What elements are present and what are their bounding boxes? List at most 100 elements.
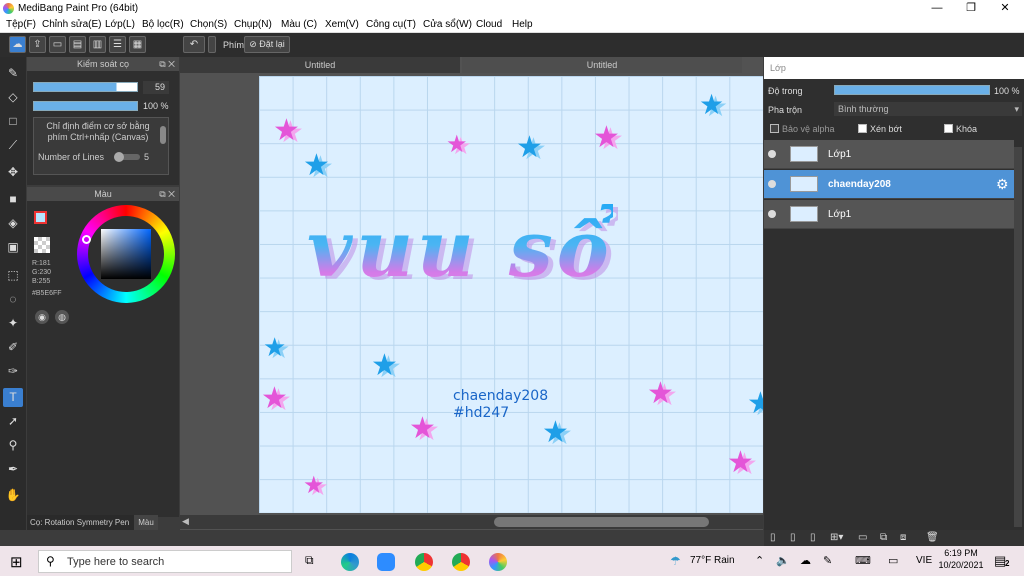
hand-tool-icon[interactable]: ✋	[3, 486, 23, 505]
new-layer-icon[interactable]: ▯	[770, 532, 776, 543]
panel-close-icon[interactable]: ⧉ ✕	[159, 187, 175, 201]
chrome-browser-icon-2[interactable]	[452, 553, 470, 571]
chrome-browser-icon[interactable]	[415, 553, 433, 571]
taskbar-search-box[interactable]: ⚲ Type here to search	[38, 550, 292, 573]
palette-icon[interactable]: ◉	[35, 310, 49, 324]
gear-icon[interactable]: ⚙	[996, 176, 1009, 193]
gradient-tool-icon[interactable]: ▣	[3, 238, 23, 257]
clip-checkbox[interactable]	[858, 124, 867, 133]
horizontal-scrollbar[interactable]: ◀	[180, 515, 763, 529]
tab-untitled-1[interactable]: Untitled	[180, 57, 460, 73]
list-icon[interactable]: ☰	[109, 36, 126, 53]
text-tool-icon[interactable]: T	[3, 388, 23, 407]
menu-view[interactable]: Xem(V)	[325, 19, 359, 30]
protect-alpha-checkbox[interactable]	[770, 124, 779, 133]
delete-layer-icon[interactable]: 🗑	[926, 532, 939, 543]
visibility-icon[interactable]	[768, 210, 776, 218]
select-tool-icon[interactable]: ⬚	[3, 266, 23, 285]
menu-window[interactable]: Cửa sổ(W)	[423, 19, 472, 30]
edge-browser-icon[interactable]	[341, 553, 359, 571]
move-tool-icon[interactable]: ✥	[3, 163, 23, 182]
rectangle-select-tool-icon[interactable]: □	[3, 112, 23, 131]
hue-picker-handle[interactable]	[82, 235, 91, 244]
menu-filter[interactable]: Bộ lọc(R)	[142, 19, 184, 30]
search-input[interactable]: Type here to search	[67, 556, 164, 568]
transparent-color-swatch[interactable]	[34, 237, 50, 253]
add-layer-dropdown-icon[interactable]: ⊞▾	[830, 532, 843, 543]
close-button[interactable]: ✕	[988, 0, 1022, 17]
visibility-icon[interactable]	[768, 180, 776, 188]
eyedropper-tool-icon[interactable]: ✒	[3, 460, 23, 479]
weather-text[interactable]: 77°F Rain	[690, 555, 735, 566]
color-wheel[interactable]	[77, 205, 175, 303]
speaker-icon[interactable]: 🔈	[776, 554, 790, 567]
new-8bit-layer-icon[interactable]: ▯	[810, 532, 816, 543]
scrollbar-thumb[interactable]	[494, 517, 709, 527]
magic-wand-tool-icon[interactable]: ✦	[3, 314, 23, 333]
brush-size-value[interactable]: 59	[143, 81, 169, 94]
menu-cloud[interactable]: Cloud	[476, 19, 502, 30]
tab-untitled-2[interactable]: Untitled	[462, 57, 742, 73]
minimize-button[interactable]: —	[920, 0, 954, 17]
visibility-icon[interactable]	[768, 150, 776, 158]
layer-row-selected[interactable]: chaenday208 ⚙	[764, 170, 1014, 199]
select-pen-tool-icon[interactable]: ✐	[3, 338, 23, 357]
chat-icon[interactable]: ▤	[69, 36, 86, 53]
drawing-canvas[interactable]: ★ ★ ★ ★ ★ ★ ★ ★ ★ ★ ★ ★ ★ ★ ★ vuu sổ cha…	[259, 76, 763, 513]
medibang-app-icon[interactable]	[489, 553, 507, 571]
lines-slider[interactable]	[114, 152, 140, 162]
blend-mode-select[interactable]: Bình thường ▾	[834, 102, 1022, 116]
bucket-tool-icon[interactable]: ◈	[3, 214, 23, 233]
task-view-icon[interactable]: ⧉	[305, 553, 314, 568]
clock[interactable]: 6:19 PM 10/20/2021	[936, 548, 986, 570]
windows-start-icon[interactable]: ⊞	[10, 553, 23, 571]
document-icon[interactable]: ▥	[89, 36, 106, 53]
menu-layer[interactable]: Lớp(L)	[105, 19, 135, 30]
layer-row[interactable]: Lớp1	[764, 140, 1014, 169]
menu-capture[interactable]: Chụp(N)	[234, 19, 272, 30]
eraser-tool-icon[interactable]: ◇	[3, 88, 23, 107]
lock-checkbox[interactable]	[944, 124, 953, 133]
layers-scrollbar[interactable]	[1014, 147, 1022, 527]
menu-edit[interactable]: Chỉnh sửa(E)	[42, 19, 102, 30]
merge-layer-icon[interactable]: ⧈	[900, 532, 906, 543]
scroll-left-icon[interactable]: ◀	[182, 516, 189, 527]
brush-opacity-slider[interactable]	[33, 101, 138, 111]
primary-color-swatch[interactable]	[34, 211, 47, 224]
display-icon[interactable]: ▭	[888, 554, 898, 567]
palette-settings-icon[interactable]: ◍	[55, 310, 69, 324]
maximize-button[interactable]: ❐	[954, 0, 988, 17]
layer-row[interactable]: Lớp1	[764, 200, 1014, 229]
new-halftone-layer-icon[interactable]: ▯	[790, 532, 796, 543]
brush-size-slider[interactable]	[33, 82, 138, 92]
cloud-sync-icon[interactable]: ☁	[800, 554, 811, 567]
panel-close-icon[interactable]: ⧉ ✕	[159, 57, 175, 71]
chevron-up-icon[interactable]: ⌃	[755, 554, 764, 567]
brush-options-scrollbar[interactable]	[160, 126, 166, 144]
share-icon[interactable]: ⇪	[29, 36, 46, 53]
zoom-app-icon[interactable]	[377, 553, 395, 571]
fill-rect-tool-icon[interactable]: ■	[3, 190, 23, 209]
lasso-tool-icon[interactable]: ◌	[3, 290, 23, 309]
grid-icon[interactable]: ▦	[129, 36, 146, 53]
operation-tool-icon[interactable]: ➚	[3, 412, 23, 431]
color-tab[interactable]: Màu	[134, 515, 158, 530]
saturation-value-square[interactable]	[101, 229, 151, 279]
brush-tool-icon[interactable]: ✎	[3, 64, 23, 83]
line-tool-icon[interactable]: ⟋	[3, 136, 23, 155]
keyboard-icon[interactable]: ⌨	[855, 554, 871, 567]
lines-slider-knob[interactable]	[114, 152, 124, 162]
layer-opacity-slider[interactable]	[834, 85, 990, 95]
menu-color[interactable]: Màu (C)	[281, 19, 317, 30]
comment-icon[interactable]: ▭	[49, 36, 66, 53]
reset-button[interactable]: ⊘ Đặt lại	[244, 36, 290, 53]
dropper-tool-icon[interactable]: ⚲	[3, 436, 23, 455]
folder-icon[interactable]: ▭	[858, 532, 867, 543]
menu-help[interactable]: Help	[512, 19, 533, 30]
menu-file[interactable]: Tệp(F)	[6, 19, 36, 30]
undo-icon[interactable]: ↶	[183, 36, 205, 53]
duplicate-layer-icon[interactable]: ⧉	[880, 532, 887, 543]
language-indicator[interactable]: VIE	[916, 555, 932, 566]
menu-select[interactable]: Chọn(S)	[190, 19, 227, 30]
cloud-icon[interactable]: ☁	[9, 36, 26, 53]
